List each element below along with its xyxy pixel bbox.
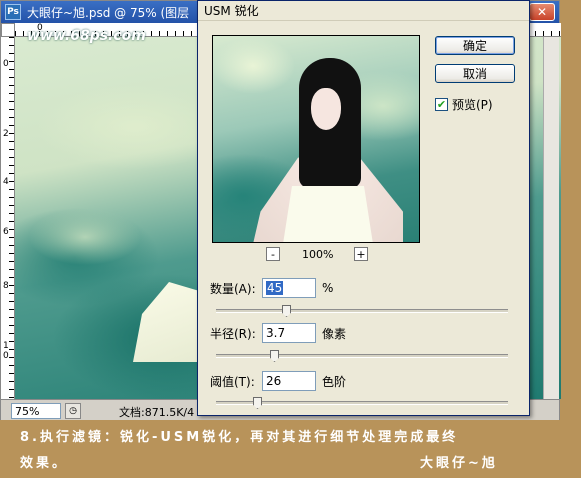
watermark-text: www.68ps.com [27,28,146,44]
preview-figure-face [311,88,341,130]
document-title: 大眼仔~旭.psd @ 75% (图层 [27,5,190,20]
photoshop-logo-icon: Ps [5,4,21,20]
threshold-slider[interactable] [216,397,508,409]
caption-line-2: 效果。 [20,456,69,471]
ruler-origin[interactable] [1,23,15,37]
preview-figure-dress [283,186,373,242]
ruler-label: 1 [3,341,9,351]
amount-row: 数量(A): 45 % [210,278,333,298]
amount-label: 数量(A): [210,281,256,296]
threshold-unit: 色阶 [322,374,347,389]
preview-zoom-controls: - 100% + [212,247,420,263]
tutorial-caption: 8.执行滤镜：锐化-USM锐化，再对其进行细节处理完成最终 效果。 大眼仔~旭 [0,420,581,478]
zoom-out-button[interactable]: - [266,247,280,261]
amount-slider[interactable] [216,305,508,317]
ruler-label: 0 [3,351,9,361]
caption-author: 大眼仔~旭 [420,456,498,471]
threshold-input[interactable]: 26 [262,371,316,391]
radius-row: 半径(R): 3.7 像素 [210,323,346,343]
ruler-label: 4 [3,177,9,187]
document-size[interactable]: 文档:871.5K/4 [119,404,194,420]
amount-unit: % [322,281,334,295]
preview-checkbox-label: 预览(P) [452,98,493,112]
usm-sharpen-dialog: USM 锐化 - 100% + 确定 取消 ✔ 预览(P) 数量(A): 45 … [197,0,530,416]
dialog-title: USM 锐化 [204,4,259,18]
zoom-in-button[interactable]: + [354,247,368,261]
ok-button[interactable]: 确定 [435,36,515,55]
ruler-label: 8 [3,281,9,291]
ruler-label: 6 [3,227,9,237]
radius-unit: 像素 [322,326,347,341]
radius-label: 半径(R): [210,326,256,341]
radius-slider-thumb[interactable] [270,350,279,362]
zoom-level-input[interactable]: 75% [11,403,61,419]
vertical-ruler[interactable]: 0 2 4 6 8 1 0 [1,37,15,399]
threshold-row: 阈值(T): 26 色阶 [210,371,346,391]
preview-zoom-value: 100% [302,248,334,261]
vertical-scrollbar[interactable] [543,37,559,399]
preview-image[interactable] [212,35,420,243]
caption-line-1: 8.执行滤镜：锐化-USM锐化，再对其进行细节处理完成最终 [20,430,459,445]
threshold-label: 阈值(T): [210,374,255,389]
threshold-slider-thumb[interactable] [253,397,262,409]
dialog-titlebar[interactable]: USM 锐化 [198,1,529,21]
preview-checkbox[interactable]: ✔ [435,98,448,111]
amount-input[interactable]: 45 [262,278,316,298]
cancel-button[interactable]: 取消 [435,64,515,83]
close-icon[interactable]: ✕ [529,3,555,21]
navigator-icon[interactable]: ◷ [65,403,81,419]
ruler-label: 2 [3,129,9,139]
radius-input[interactable]: 3.7 [262,323,316,343]
radius-slider[interactable] [216,350,508,362]
amount-slider-thumb[interactable] [282,305,291,317]
ruler-label: 0 [3,59,9,69]
preview-checkbox-row[interactable]: ✔ 预览(P) [435,96,493,113]
